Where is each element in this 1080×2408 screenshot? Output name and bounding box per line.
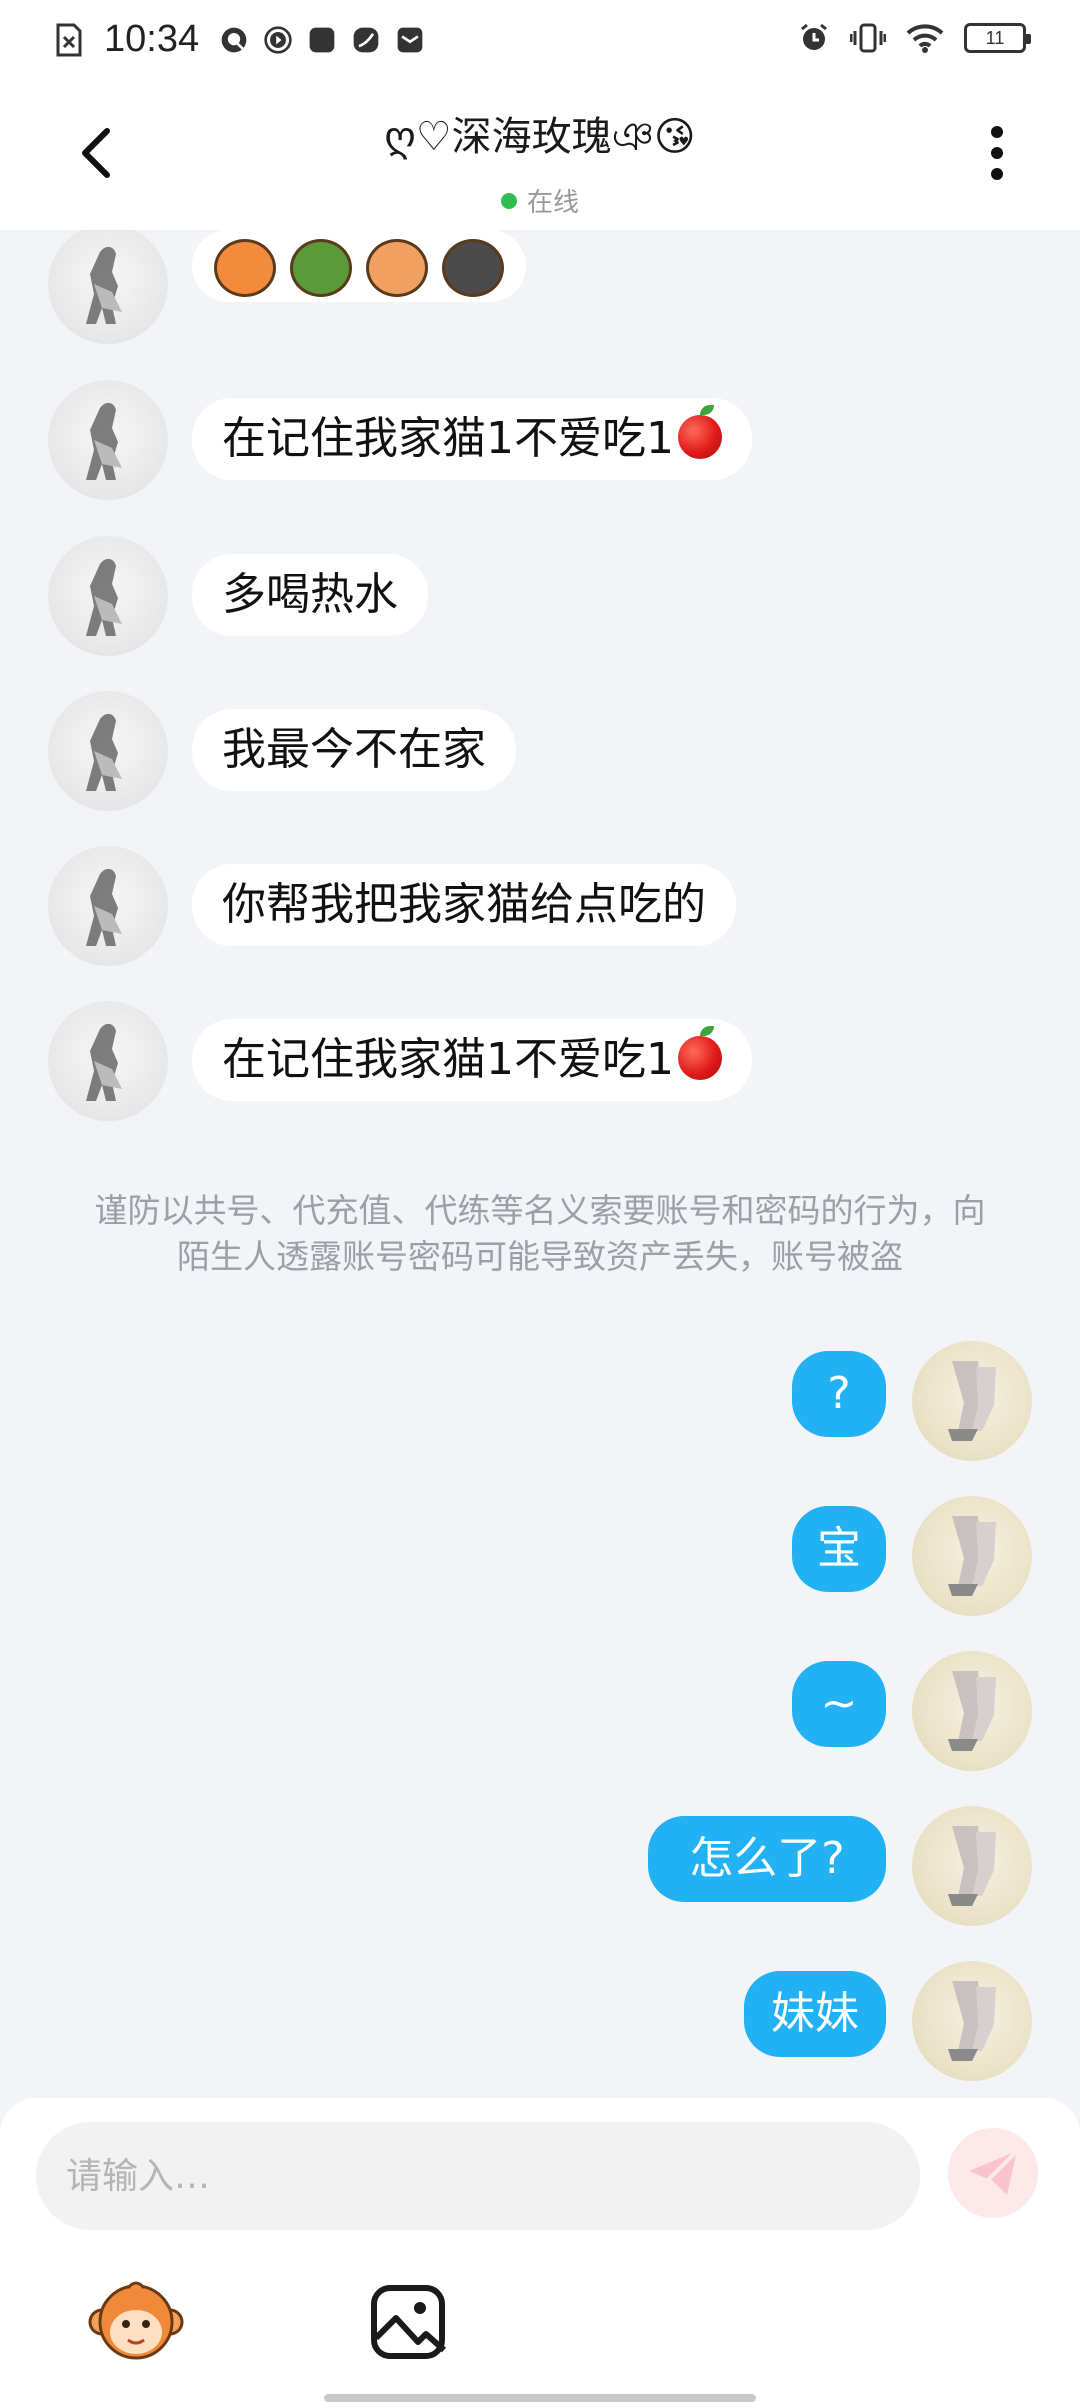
message-input[interactable] bbox=[36, 2122, 920, 2230]
message-row-in: 多喝热水 bbox=[0, 536, 1080, 656]
avatar-figure-icon bbox=[86, 402, 122, 480]
message-text: 你帮我把我家猫给点吃的 bbox=[222, 879, 706, 930]
emoji-message-bubble[interactable] bbox=[192, 230, 526, 302]
avatar-legs-icon bbox=[948, 1361, 996, 1441]
leaf-icon bbox=[353, 27, 379, 52]
message-row-out: ~ bbox=[0, 1651, 1080, 1771]
apple-emoji bbox=[678, 405, 722, 459]
message-bubble-in[interactable]: 我最今不在家 bbox=[192, 709, 516, 791]
message-bubble-out[interactable]: ? bbox=[792, 1351, 886, 1437]
message-composer bbox=[0, 2098, 1080, 2408]
my-avatar[interactable] bbox=[912, 1806, 1032, 1926]
safety-notice: 谨防以共号、代充值、代练等名义索要账号和密码的行为，向陌生人透露账号密码可能导致… bbox=[94, 1191, 986, 1276]
status-bar-left: 10:34 bbox=[54, 18, 425, 61]
online-dot bbox=[500, 192, 517, 209]
mail-icon bbox=[397, 27, 423, 52]
wifi-icon bbox=[906, 24, 944, 53]
message-row-out: ? bbox=[0, 1341, 1080, 1461]
message-list[interactable]: 在记住我家猫1不爱吃1 多喝热水 我最今不在家 你帮我把我家猫给点吃的 在记住我… bbox=[0, 230, 1080, 2100]
send-button[interactable] bbox=[948, 2128, 1038, 2218]
monkey-surprised-emoji bbox=[214, 239, 276, 297]
message-text: 在记住我家猫1不爱吃1 bbox=[222, 1034, 674, 1085]
message-bubble-in[interactable]: 在记住我家猫1不爱吃1 bbox=[192, 1019, 752, 1101]
message-bubble-out[interactable]: 怎么了? bbox=[648, 1816, 886, 1902]
my-avatar[interactable] bbox=[912, 1961, 1032, 2081]
status-bar: 10:34 11 bbox=[0, 0, 1080, 84]
play-icon bbox=[264, 25, 292, 54]
apple-emoji bbox=[678, 1026, 722, 1080]
my-avatar[interactable] bbox=[912, 1341, 1032, 1461]
message-row-out: 怎么了? bbox=[0, 1806, 1080, 1926]
my-avatar[interactable] bbox=[912, 1651, 1032, 1771]
image-icon bbox=[371, 2285, 446, 2359]
avatar-legs-icon bbox=[948, 1671, 996, 1751]
online-status: 在线 bbox=[0, 182, 1080, 219]
avatar-figure-icon bbox=[86, 868, 122, 946]
message-bubble-out[interactable]: 宝 bbox=[792, 1506, 886, 1592]
message-text: 妹妹 bbox=[771, 1988, 859, 2039]
message-bubble-in[interactable]: 你帮我把我家猫给点吃的 bbox=[192, 864, 736, 946]
image-picker-button[interactable] bbox=[368, 2282, 448, 2362]
chat-header: ღ♡深海玫瑰ঞ😘 在线 bbox=[0, 84, 1080, 230]
message-row-in: 在记住我家猫1不爱吃1 bbox=[0, 1001, 1080, 1121]
message-row-in bbox=[0, 230, 1080, 344]
avatar[interactable] bbox=[48, 380, 168, 500]
message-row-in: 你帮我把我家猫给点吃的 bbox=[0, 846, 1080, 966]
avatar-legs-icon bbox=[948, 1516, 996, 1596]
message-row-in: 我最今不在家 bbox=[0, 691, 1080, 811]
message-text: 在记住我家猫1不爱吃1 bbox=[222, 413, 674, 464]
avatar[interactable] bbox=[48, 536, 168, 656]
message-bubble-out[interactable]: ~ bbox=[792, 1661, 886, 1747]
more-options-button[interactable] bbox=[962, 118, 1032, 188]
message-text: ? bbox=[827, 1368, 851, 1419]
message-bubble-in[interactable]: 在记住我家猫1不爱吃1 bbox=[192, 398, 752, 480]
app-square-icon bbox=[309, 27, 335, 52]
message-text: 怎么了? bbox=[689, 1833, 845, 1884]
message-text: ~ bbox=[820, 1678, 858, 1729]
message-text: 宝 bbox=[817, 1523, 861, 1574]
battery-icon: 11 bbox=[964, 23, 1031, 53]
message-row-in: 在记住我家猫1不爱吃1 bbox=[0, 380, 1080, 500]
avatar[interactable] bbox=[48, 691, 168, 811]
message-text: 我最今不在家 bbox=[222, 724, 486, 775]
avatar-figure-icon bbox=[86, 558, 122, 636]
q-icon bbox=[221, 27, 247, 52]
avatar-legs-icon bbox=[948, 1981, 996, 2061]
status-bar-right: 11 bbox=[798, 22, 1031, 54]
avatar[interactable] bbox=[48, 846, 168, 966]
status-time: 10:34 bbox=[104, 18, 200, 60]
emoji-picker-button[interactable] bbox=[88, 2274, 184, 2370]
home-indicator[interactable] bbox=[324, 2394, 756, 2402]
message-row-out: 妹妹 bbox=[0, 1961, 1080, 2081]
more-vertical-icon bbox=[991, 126, 1003, 180]
avatar-figure-icon bbox=[86, 1023, 122, 1101]
avatar-figure-icon bbox=[86, 246, 122, 324]
avatar-figure-icon bbox=[86, 713, 122, 791]
message-bubble-out[interactable]: 妹妹 bbox=[744, 1971, 886, 2057]
contact-name: ღ♡深海玫瑰ঞ😘 bbox=[384, 114, 696, 160]
message-bubble-in[interactable]: 多喝热水 bbox=[192, 554, 428, 636]
skull-emoji bbox=[442, 239, 504, 297]
monkey-cry-emoji bbox=[366, 239, 428, 297]
avatar[interactable] bbox=[48, 1001, 168, 1121]
monkey-helmet-emoji bbox=[290, 239, 352, 297]
monkey-emoji-icon bbox=[88, 2281, 184, 2360]
sim-off-icon bbox=[56, 23, 82, 56]
message-row-out: 宝 bbox=[0, 1496, 1080, 1616]
message-text: 多喝热水 bbox=[222, 569, 398, 620]
alarm-icon bbox=[801, 23, 827, 50]
avatar-legs-icon bbox=[948, 1826, 996, 1906]
online-status-label: 在线 bbox=[526, 188, 579, 218]
vibrate-icon bbox=[850, 23, 886, 53]
avatar[interactable] bbox=[48, 230, 168, 344]
battery-level: 11 bbox=[985, 27, 1005, 48]
paper-plane-icon bbox=[969, 2149, 1019, 2195]
my-avatar[interactable] bbox=[912, 1496, 1032, 1616]
